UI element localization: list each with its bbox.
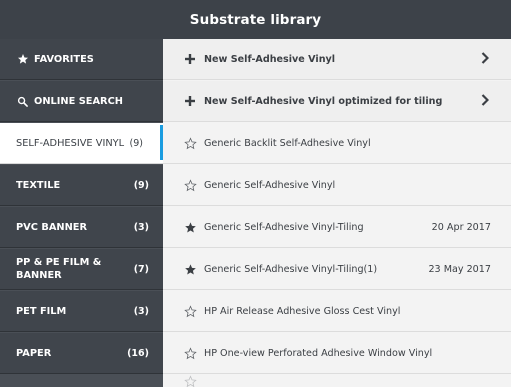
star-icon [16,53,29,66]
list-item-new-self-adhesive-vinyl[interactable]: New Self-Adhesive Vinyl [163,39,511,80]
list-item-date: 23 May 2017 [428,263,491,275]
list-item-label: Generic Self-Adhesive Vinyl [204,179,336,191]
sidebar-item-count: (9) [133,179,149,191]
sidebar-item-label: ONLINE SEARCH [34,95,123,107]
app-header: Substrate library [0,0,511,39]
sidebar-item-count: (3) [133,221,149,233]
star-outline-icon[interactable] [183,136,197,150]
list-item-label: Generic Backlit Self-Adhesive Vinyl [204,137,371,149]
sidebar-item-pet-film[interactable]: PET FILM (3) [0,291,163,332]
list-item-generic-backlit[interactable]: Generic Backlit Self-Adhesive Vinyl [163,123,511,164]
sidebar-item-label: PP & PE FILM & BANNER [16,257,102,281]
chevron-right-icon [481,52,490,67]
search-icon [16,95,29,108]
list-item-partial [163,374,511,387]
sidebar-item-online-search[interactable]: ONLINE SEARCH [0,81,163,122]
substrate-list: New Self-Adhesive Vinyl New Self-Adhesiv… [163,39,511,387]
list-item-date: 20 Apr 2017 [431,221,491,233]
star-outline-icon[interactable] [183,304,197,318]
list-item-label: HP One-view Perforated Adhesive Window V… [204,347,433,359]
page-title: Substrate library [189,11,322,28]
plus-icon [183,94,197,108]
list-item-hp-air-release[interactable]: HP Air Release Adhesive Gloss Cest Vinyl [163,291,511,332]
sidebar-item-count: (7) [133,263,149,275]
star-outline-icon [183,374,197,387]
sidebar-item-textile[interactable]: TEXTILE (9) [0,165,163,206]
list-item-generic-tiling[interactable]: Generic Self-Adhesive Vinyl-Tiling 20 Ap… [163,207,511,248]
list-item-label: HP Air Release Adhesive Gloss Cest Vinyl [204,305,401,317]
sidebar-item-favorites[interactable]: FAVORITES [0,39,163,80]
sidebar: FAVORITES ONLINE SEARCH SELF-ADHESIVE VI… [0,39,163,387]
sidebar-item-count: (3) [133,305,149,317]
sidebar-item-label: FAVORITES [34,53,94,65]
sidebar-item-pvc-banner[interactable]: PVC BANNER (3) [0,207,163,248]
sidebar-item-paper[interactable]: PAPER (16) [0,333,163,374]
star-filled-icon[interactable] [183,220,197,234]
star-filled-icon[interactable] [183,262,197,276]
list-item-generic-self-adhesive[interactable]: Generic Self-Adhesive Vinyl [163,165,511,206]
sidebar-item-pp-pe-film-banner[interactable]: PP & PE FILM & BANNER (7) [0,249,163,290]
list-item-label: New Self-Adhesive Vinyl optimized for ti… [204,95,443,107]
list-item-new-self-adhesive-vinyl-tiling[interactable]: New Self-Adhesive Vinyl optimized for ti… [163,81,511,122]
sidebar-item-self-adhesive-vinyl[interactable]: SELF-ADHESIVE VINYL (9) [0,123,163,164]
list-item-hp-one-view[interactable]: HP One-view Perforated Adhesive Window V… [163,333,511,374]
chevron-right-icon [481,94,490,109]
sidebar-item-count: (16) [127,347,149,359]
list-item-label: New Self-Adhesive Vinyl [204,53,336,65]
star-outline-icon[interactable] [183,178,197,192]
list-item-generic-tiling-1[interactable]: Generic Self-Adhesive Vinyl-Tiling(1) 23… [163,249,511,290]
star-outline-icon[interactable] [183,346,197,360]
sidebar-item-count: (9) [129,137,143,149]
plus-icon [183,52,197,66]
